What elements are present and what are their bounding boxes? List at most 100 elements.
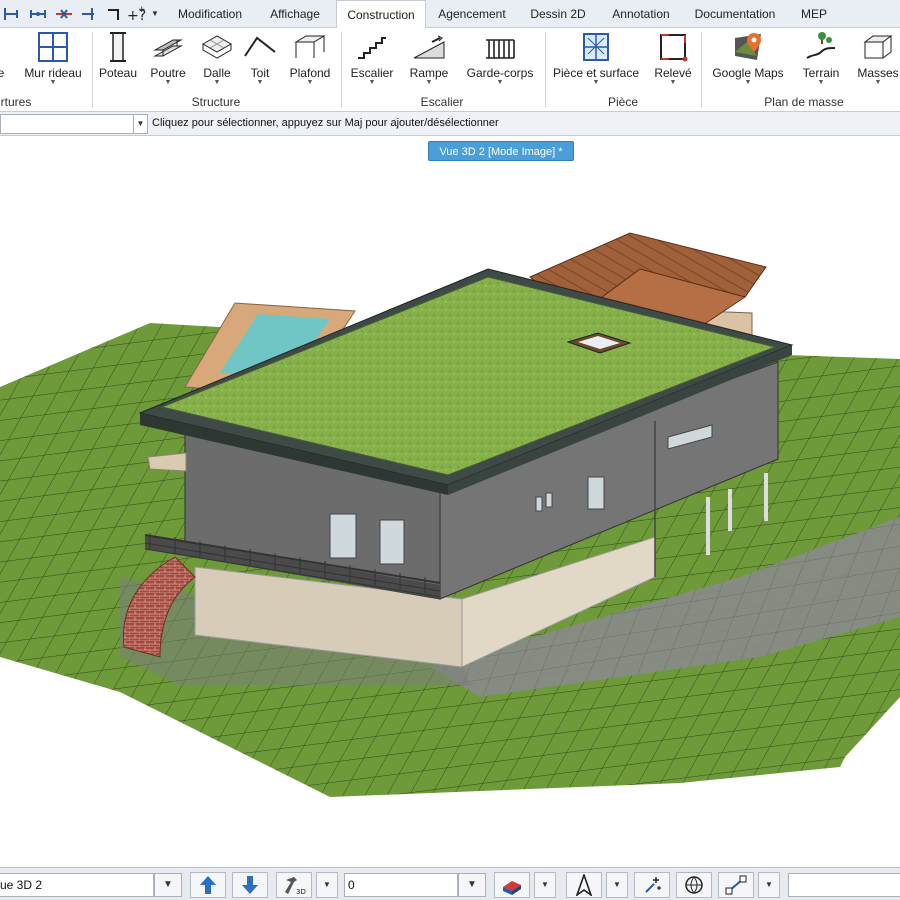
room-surface-label: Pièce et surface — [552, 66, 640, 80]
3d-build-chevron-down-icon[interactable]: ▼ — [316, 872, 338, 898]
map-pin-icon — [735, 33, 761, 60]
eraser-chevron-down-icon[interactable]: ▼ — [534, 872, 556, 898]
north-button[interactable] — [566, 872, 602, 898]
room-surface-button[interactable]: Pièce et surface ▼ — [552, 30, 640, 92]
chevron-down-icon[interactable]: ▼ — [133, 115, 147, 133]
google-maps-dropdown-icon[interactable]: ▼ — [708, 79, 788, 86]
guardrail-button[interactable]: Garde-corps ▼ — [464, 30, 536, 92]
tab-annotation[interactable]: Annotation — [600, 0, 682, 28]
ramp-button[interactable]: Rampe ▼ — [406, 30, 452, 92]
window-small-1[interactable] — [535, 496, 543, 512]
masses-button[interactable]: Masses ▼ — [854, 30, 900, 92]
mass-box-icon — [863, 35, 893, 59]
openings-button[interactable]: e — [0, 30, 8, 92]
slab-dropdown-icon[interactable]: ▼ — [197, 79, 237, 86]
curtain-wall-label: Mur rideau — [24, 66, 82, 80]
ceiling-button[interactable]: Plafond ▼ — [285, 30, 335, 92]
selection-filter-select[interactable]: ▼ — [0, 114, 148, 134]
wall-break-icon[interactable] — [54, 4, 74, 24]
beam-button[interactable]: Poutre ▼ — [146, 30, 190, 92]
quick-access-dropdown-icon[interactable]: ▼ — [151, 9, 159, 18]
room-surface-dropdown-icon[interactable]: ▼ — [552, 79, 640, 86]
group-label-structure: Structure — [191, 95, 241, 109]
group-label-stair: Escalier — [420, 95, 464, 109]
level-up-button[interactable] — [190, 872, 226, 898]
command-hint-text: Cliquez pour sélectionner, appuyez sur M… — [152, 117, 499, 129]
column-button[interactable]: Poteau — [98, 30, 138, 92]
corner-icon[interactable] — [104, 4, 124, 24]
stair-dropdown-icon[interactable]: ▼ — [348, 79, 396, 86]
beam-dropdown-icon[interactable]: ▼ — [146, 79, 190, 86]
group-separator — [92, 32, 93, 108]
stair-icon — [358, 37, 386, 59]
view-select-chevron-down-icon[interactable]: ▼ — [154, 873, 182, 897]
value-input-chevron-down-icon[interactable]: ▼ — [458, 873, 486, 897]
window-side-1[interactable] — [587, 476, 605, 510]
dimension-icon[interactable] — [28, 4, 48, 24]
svg-text:+: + — [138, 5, 146, 15]
value-input[interactable]: 0 — [344, 873, 458, 897]
ceiling-icon — [294, 35, 326, 58]
survey-dropdown-icon[interactable]: ▼ — [650, 79, 696, 86]
trim-icon[interactable] — [78, 4, 98, 24]
stair-label: Escalier — [350, 66, 394, 80]
3d-viewport[interactable]: Vue 3D 2 [Mode Image] * — [0, 137, 900, 867]
view-tab-3d[interactable]: Vue 3D 2 [Mode Image] * — [428, 141, 574, 161]
column-label: Poteau — [98, 66, 138, 80]
tab-construction[interactable]: Construction — [336, 0, 426, 29]
measure-chevron-down-icon[interactable]: ▼ — [758, 872, 780, 898]
column-icon — [110, 32, 126, 62]
ribbon-tab-bar: +? + ▼ Modification Affichage Constructio… — [0, 0, 900, 29]
3d-scene[interactable] — [0, 137, 900, 867]
command-input[interactable] — [788, 873, 900, 897]
snap-button[interactable] — [634, 872, 670, 898]
slab-button[interactable]: Dalle ▼ — [197, 30, 237, 92]
window-small-2[interactable] — [545, 492, 553, 508]
ramp-dropdown-icon[interactable]: ▼ — [406, 79, 452, 86]
survey-button[interactable]: Relevé ▼ — [650, 30, 696, 92]
survey-label: Relevé — [654, 66, 692, 80]
guardrail-dropdown-icon[interactable]: ▼ — [464, 79, 536, 86]
window-balcony-1[interactable] — [329, 513, 357, 559]
slab-label: Dalle — [203, 66, 231, 80]
tab-affichage[interactable]: Affichage — [256, 0, 334, 28]
terrain-label: Terrain — [802, 66, 840, 80]
3d-build-button[interactable]: 3D — [276, 872, 312, 898]
arrow-up-icon — [200, 876, 216, 894]
tab-documentation[interactable]: Documentation — [686, 0, 784, 28]
wall-tool-icon[interactable] — [2, 4, 22, 24]
roof-dropdown-icon[interactable]: ▼ — [240, 79, 280, 86]
tab-mep[interactable]: MEP — [790, 0, 838, 28]
arrow-down-icon — [242, 876, 258, 894]
measure-button[interactable] — [718, 872, 754, 898]
openings-button-label: e — [0, 66, 5, 80]
window-balcony-2[interactable] — [379, 519, 405, 565]
globe-button[interactable] — [676, 872, 712, 898]
masses-dropdown-icon[interactable]: ▼ — [854, 79, 900, 86]
tab-modification[interactable]: Modification — [166, 0, 254, 28]
terrain-button[interactable]: Terrain ▼ — [798, 30, 844, 92]
terrain-icon — [806, 32, 836, 59]
beam-icon — [153, 39, 183, 57]
ceiling-dropdown-icon[interactable]: ▼ — [285, 79, 335, 86]
terrain-dropdown-icon[interactable]: ▼ — [798, 79, 844, 86]
ramp-label: Rampe — [409, 66, 449, 80]
room-surface-icon — [583, 33, 609, 61]
view-select-value: ue 3D 2 — [0, 878, 43, 892]
roof-button[interactable]: Toit ▼ — [240, 30, 280, 92]
ribbon-panel: e Mur rideau ▼ Poteau Poutre ▼ Dalle ▼ T… — [0, 28, 900, 112]
tab-agencement[interactable]: Agencement — [428, 0, 516, 28]
level-down-button[interactable] — [232, 872, 268, 898]
curtain-wall-dropdown-icon[interactable]: ▼ — [22, 79, 84, 86]
north-arrow-icon — [575, 874, 593, 896]
stair-button[interactable]: Escalier ▼ — [348, 30, 396, 92]
tab-dessin-2d[interactable]: Dessin 2D — [520, 0, 596, 28]
view-select[interactable]: ue 3D 2 — [0, 873, 154, 897]
north-chevron-down-icon[interactable]: ▼ — [606, 872, 628, 898]
google-maps-button[interactable]: Google Maps ▼ — [708, 30, 788, 92]
roof-icon — [244, 36, 276, 57]
eraser-button[interactable] — [494, 872, 530, 898]
google-maps-label: Google Maps — [712, 66, 784, 80]
curtain-wall-button[interactable]: Mur rideau ▼ — [22, 30, 84, 92]
add-help-icon[interactable]: +?+ — [126, 4, 146, 24]
